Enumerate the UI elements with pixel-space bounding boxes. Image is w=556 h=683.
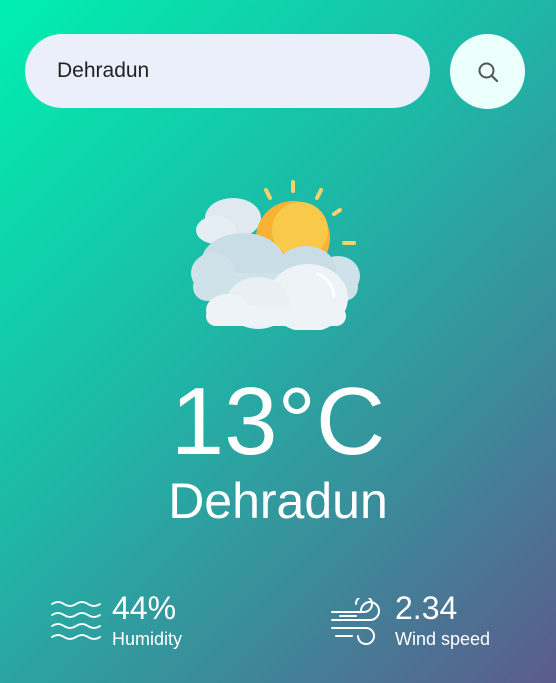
humidity-stat: 44% Humidity (50, 590, 230, 652)
weather-card: 13°C Dehradun 44% Humidity 2.34 Wind spe… (0, 0, 556, 683)
partly-cloudy-sun-icon (191, 180, 360, 330)
search-icon (478, 62, 498, 82)
temperature: 13°C (170, 368, 386, 475)
search-button[interactable] (450, 34, 525, 109)
search-input[interactable] (25, 34, 430, 108)
city-name: Dehradun (168, 473, 388, 529)
humidity-waves-icon (51, 601, 101, 640)
wind-stat: 2.34 Wind speed (330, 590, 530, 652)
humidity-value: 44% (112, 590, 177, 626)
humidity-label: Humidity (112, 629, 183, 649)
wind-value: 2.34 (395, 590, 458, 626)
wind-icon (331, 598, 380, 645)
wind-label: Wind speed (395, 629, 491, 649)
